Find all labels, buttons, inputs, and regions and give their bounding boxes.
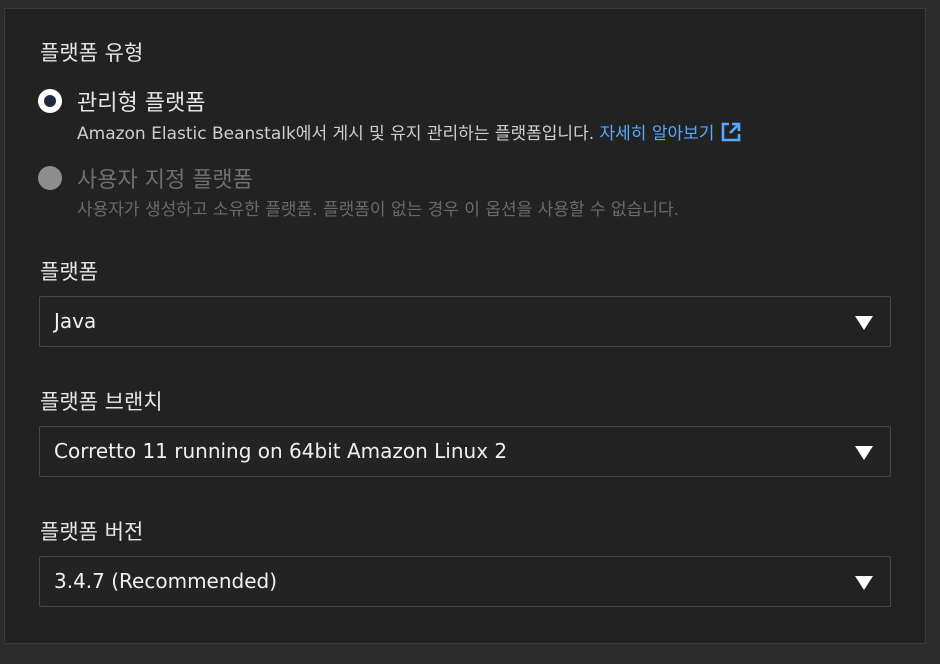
- custom-platform-description: 사용자가 생성하고 소유한 플랫폼. 플랫폼이 없는 경우 이 옵션을 사용할 …: [77, 200, 680, 220]
- managed-platform-label: 관리형 플랫폼: [77, 91, 206, 116]
- caret-down-icon: [855, 446, 873, 460]
- managed-platform-description: Amazon Elastic Beanstalk에서 게시 및 유지 관리하는 …: [77, 119, 742, 144]
- platform-branch-select-value: Corretto 11 running on 64bit Amazon Linu…: [54, 439, 508, 463]
- learn-more-link[interactable]: 자세히 알아보기: [600, 121, 743, 144]
- radio-checked-icon[interactable]: [38, 89, 62, 113]
- platform-version-select-value: 3.4.7 (Recommended): [54, 569, 278, 593]
- platform-branch-select[interactable]: Corretto 11 running on 64bit Amazon Linu…: [39, 426, 891, 477]
- platform-panel: 플랫폼 유형 관리형 플랫폼 Amazon Elastic Beanstalk에…: [4, 8, 926, 644]
- radio-disabled-icon[interactable]: [38, 166, 62, 190]
- platform-select[interactable]: Java: [39, 296, 891, 347]
- platform-version-label: 플랫폼 버전: [40, 520, 144, 544]
- platform-label: 플랫폼: [40, 260, 98, 284]
- radio-custom-platform[interactable]: 사용자 지정 플랫폼: [38, 162, 253, 194]
- learn-more-link-text[interactable]: 자세히 알아보기: [600, 124, 715, 144]
- custom-platform-label: 사용자 지정 플랫폼: [77, 168, 253, 193]
- platform-select-value: Java: [54, 309, 97, 333]
- external-link-icon[interactable]: [720, 121, 742, 143]
- caret-down-icon: [855, 316, 873, 330]
- platform-branch-label: 플랫폼 브랜치: [40, 390, 163, 414]
- radio-managed-platform[interactable]: 관리형 플랫폼: [38, 85, 205, 117]
- platform-type-label: 플랫폼 유형: [40, 41, 144, 65]
- caret-down-icon: [855, 576, 873, 590]
- platform-version-select[interactable]: 3.4.7 (Recommended): [39, 556, 891, 607]
- managed-platform-description-text: Amazon Elastic Beanstalk에서 게시 및 유지 관리하는 …: [77, 124, 595, 144]
